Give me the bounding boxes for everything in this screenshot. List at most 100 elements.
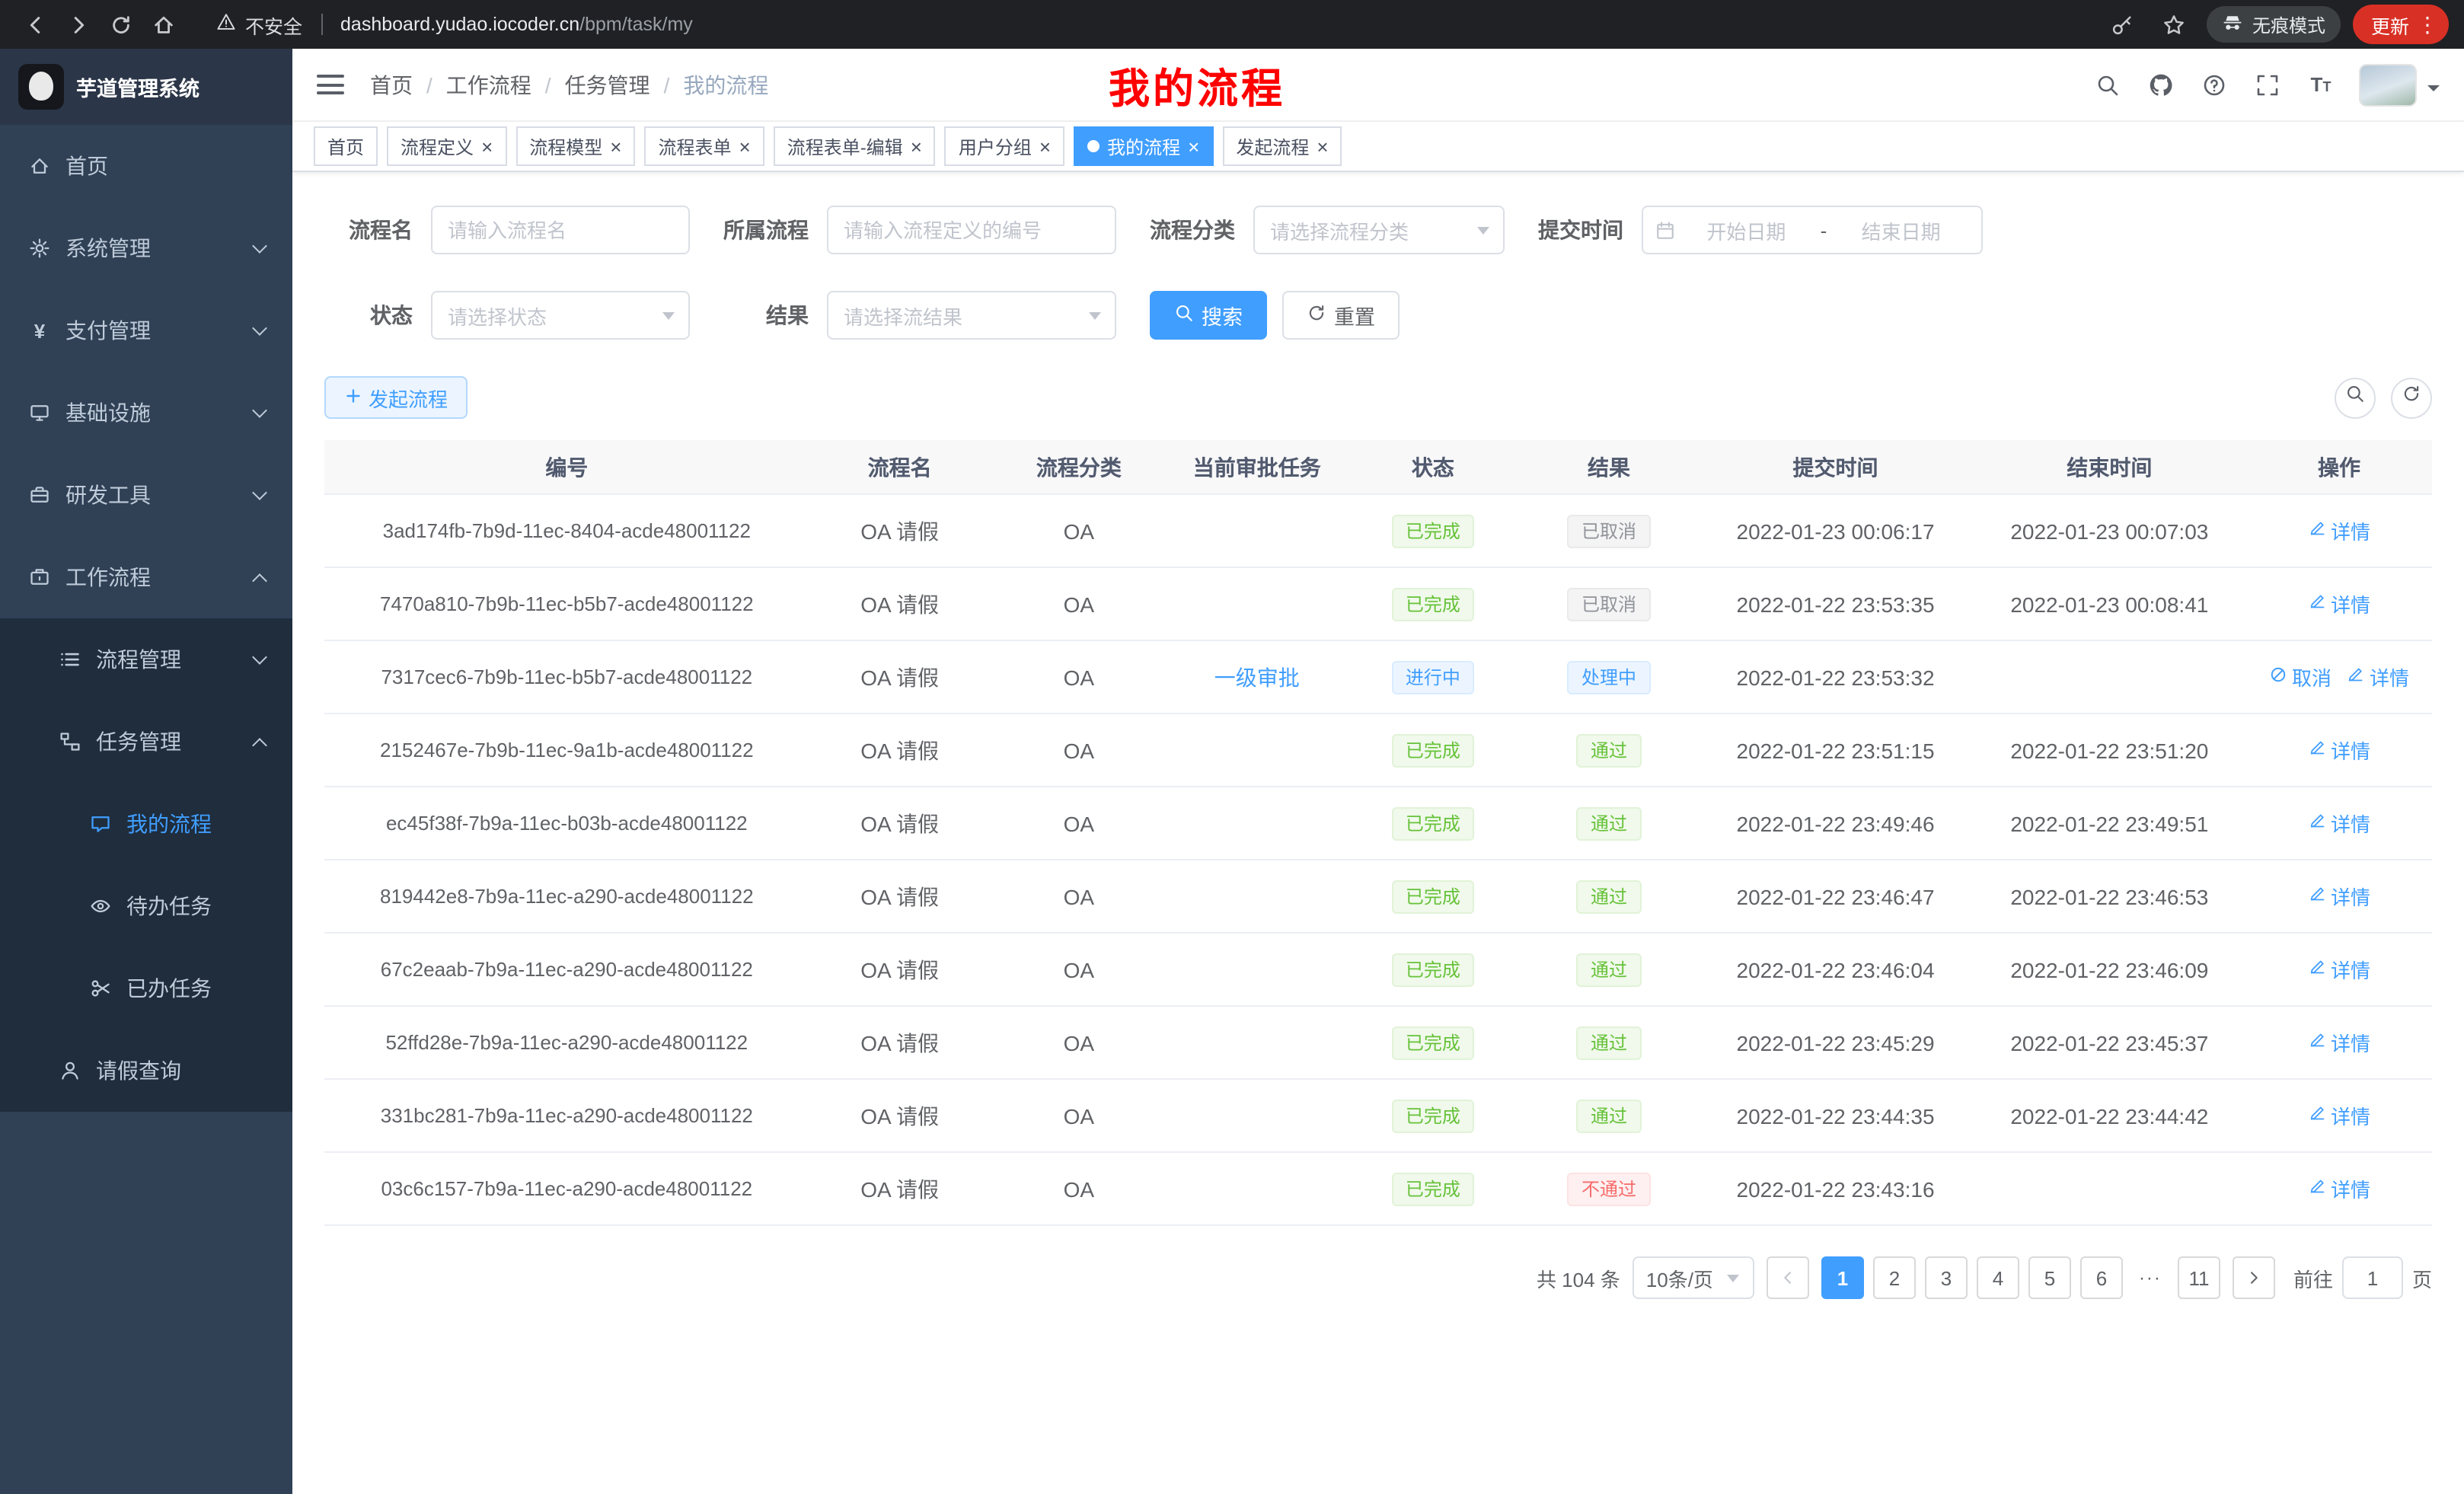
sidebar-item-3[interactable]: 基础设施	[0, 372, 292, 454]
cancel-link[interactable]: 取消	[2269, 662, 2332, 691]
bookmark-star-icon[interactable]	[2155, 5, 2194, 44]
task-link[interactable]: 一级审批	[1214, 665, 1300, 689]
tab-6[interactable]: 我的流程×	[1074, 126, 1213, 166]
update-button[interactable]: 更新 ⋮	[2353, 5, 2449, 44]
tab-5[interactable]: 用户分组×	[945, 126, 1064, 166]
sidebar-item-9[interactable]: 待办任务	[0, 865, 292, 947]
sidebar-item-4[interactable]: 研发工具	[0, 454, 292, 536]
detail-link[interactable]: 详情	[2308, 1174, 2370, 1203]
sidebar-item-10[interactable]: 已办任务	[0, 947, 292, 1030]
browser-home-icon[interactable]	[143, 5, 183, 44]
tab-0[interactable]: 首页	[314, 126, 378, 166]
sidebar-item-6[interactable]: 流程管理	[0, 618, 292, 701]
sidebar-item-11[interactable]: 请假查询	[0, 1030, 292, 1112]
search-icon[interactable]	[2092, 69, 2123, 100]
create-process-button[interactable]: 发起流程	[324, 376, 468, 419]
chevron-down-icon[interactable]	[2427, 85, 2440, 97]
sidebar-item-8[interactable]: 我的流程	[0, 783, 292, 865]
cell-actions: 详情	[2246, 955, 2432, 984]
close-icon[interactable]: ×	[1317, 136, 1328, 156]
forward-icon[interactable]	[58, 5, 97, 44]
fullscreen-icon[interactable]	[2252, 69, 2283, 100]
sidebar-item-0[interactable]: 首页	[0, 125, 292, 207]
close-icon[interactable]: ×	[610, 136, 621, 156]
tab-2[interactable]: 流程模型×	[515, 126, 635, 166]
tab-1[interactable]: 流程定义×	[387, 126, 506, 166]
process-id-input[interactable]	[827, 206, 1116, 254]
sidebar-item-7[interactable]: 任务管理	[0, 701, 292, 783]
page-button-11[interactable]: 11	[2178, 1256, 2220, 1299]
kebab-menu-icon[interactable]: ⋮	[2417, 11, 2438, 37]
page-button-1[interactable]: 1	[1821, 1256, 1864, 1299]
prev-page-button[interactable]	[1767, 1256, 1809, 1299]
page-size-select[interactable]: 10条/页	[1633, 1256, 1754, 1299]
close-icon[interactable]: ×	[1039, 136, 1051, 156]
toolbox-icon	[27, 484, 52, 506]
refresh-table-button[interactable]	[2391, 377, 2432, 418]
menu-toggle-icon[interactable]	[317, 75, 344, 94]
page-button-5[interactable]: 5	[2028, 1256, 2071, 1299]
cell-end-time: 2022-01-22 23:45:37	[1972, 1030, 2246, 1055]
close-icon[interactable]: ×	[911, 136, 922, 156]
cell-name: OA 请假	[809, 1173, 991, 1204]
github-icon[interactable]	[2146, 69, 2176, 100]
detail-link[interactable]: 详情	[2308, 1028, 2370, 1057]
detail-link[interactable]: 详情	[2308, 955, 2370, 984]
key-icon[interactable]	[2103, 5, 2143, 44]
result-select[interactable]: 请选择流结果	[827, 291, 1116, 340]
sidebar-item-label: 工作流程	[65, 562, 151, 592]
tab-4[interactable]: 流程表单-编辑 ×	[774, 126, 936, 166]
search-icon	[2345, 384, 2365, 411]
status-tag: 已完成	[1392, 1026, 1474, 1059]
detail-link[interactable]: 详情	[2308, 736, 2370, 765]
cell-task: 一级审批	[1167, 662, 1346, 692]
detail-link[interactable]: 详情	[2308, 882, 2370, 911]
category-select[interactable]: 请选择流程分类	[1253, 206, 1505, 254]
process-name-input[interactable]	[431, 206, 690, 254]
detail-link[interactable]: 详情	[2308, 589, 2370, 618]
detail-link[interactable]: 详情	[2308, 516, 2370, 545]
table-row-3: 2152467e-7b9b-11ec-9a1b-acde48001122OA 请…	[324, 714, 2432, 787]
app-logo[interactable]: 芋道管理系统	[0, 49, 292, 125]
date-range-picker[interactable]: 开始日期 - 结束日期	[1642, 206, 1983, 254]
close-icon[interactable]: ×	[739, 136, 751, 156]
breadcrumb-item-task[interactable]: 任务管理	[565, 69, 650, 100]
avatar[interactable]	[2359, 63, 2417, 106]
reload-icon[interactable]	[101, 5, 140, 44]
page-button-3[interactable]: 3	[1925, 1256, 1968, 1299]
url-bar[interactable]: dashboard.yudao.iocoder.cn/bpm/task/my	[340, 14, 693, 35]
next-page-button[interactable]	[2233, 1256, 2275, 1299]
tab-7[interactable]: 发起流程×	[1222, 126, 1342, 166]
status-select[interactable]: 请选择状态	[431, 291, 690, 340]
toggle-search-button[interactable]	[2335, 377, 2376, 418]
page-button-6[interactable]: 6	[2080, 1256, 2123, 1299]
sidebar-item-1[interactable]: 系统管理	[0, 207, 292, 289]
breadcrumb-separator: /	[545, 72, 551, 97]
back-icon[interactable]	[15, 5, 55, 44]
breadcrumb-item-home[interactable]: 首页	[370, 69, 413, 100]
detail-link[interactable]: 详情	[2308, 809, 2370, 838]
help-icon[interactable]	[2199, 69, 2229, 100]
close-icon[interactable]: ×	[481, 136, 493, 156]
search-button[interactable]: 搜索	[1150, 291, 1267, 340]
detail-link[interactable]: 详情	[2347, 662, 2409, 691]
close-icon[interactable]: ×	[1188, 136, 1199, 156]
detail-link[interactable]: 详情	[2308, 1101, 2370, 1130]
sidebar-item-label: 流程管理	[96, 644, 181, 675]
cell-name: OA 请假	[809, 808, 991, 838]
chevron-down-icon	[662, 312, 675, 326]
tab-3[interactable]: 流程表单×	[644, 126, 764, 166]
page-button-2[interactable]: 2	[1873, 1256, 1916, 1299]
reset-button[interactable]: 重置	[1282, 291, 1400, 340]
search-icon	[1174, 303, 1194, 327]
sidebar-item-5[interactable]: 工作流程	[0, 536, 292, 618]
breadcrumb-separator: /	[426, 72, 432, 97]
security-indicator[interactable]: 不安全	[216, 10, 302, 39]
sidebar-item-2[interactable]: ¥支付管理	[0, 289, 292, 372]
page-button-4[interactable]: 4	[1977, 1256, 2019, 1299]
fontsize-icon[interactable]: TT	[2306, 69, 2336, 100]
goto-page-input[interactable]	[2342, 1256, 2403, 1299]
breadcrumb-item-workflow[interactable]: 工作流程	[446, 69, 531, 100]
tab-label: 流程表单-编辑	[787, 133, 903, 159]
more-pages-icon[interactable]: ···	[2132, 1256, 2169, 1299]
